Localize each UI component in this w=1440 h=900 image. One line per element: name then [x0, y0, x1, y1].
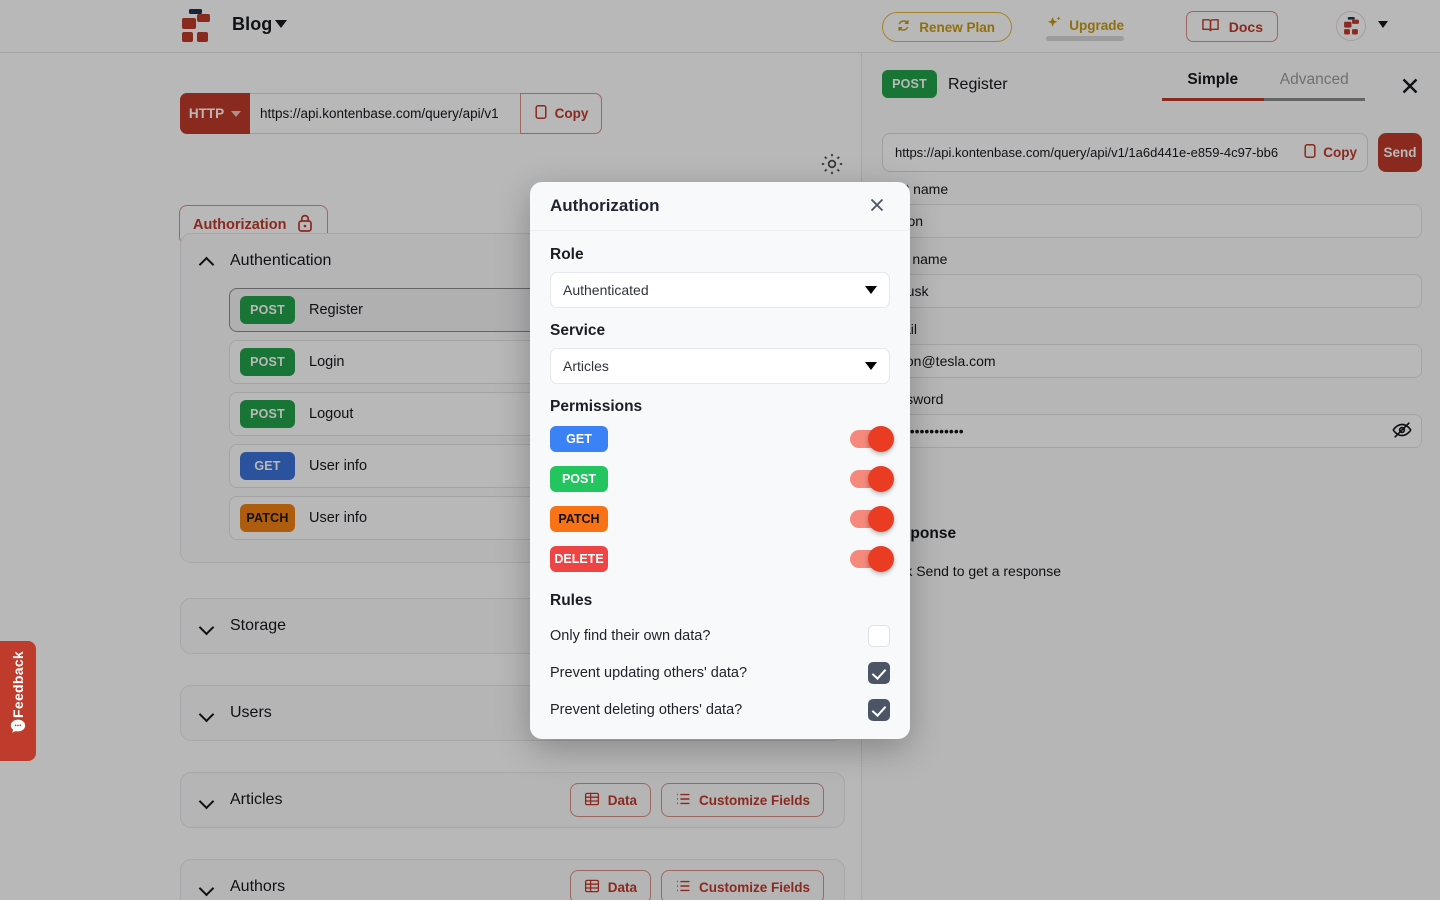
checkbox-prevent-deleting-others-data[interactable]: [868, 699, 890, 721]
chat-bubble-icon: [9, 718, 27, 741]
permission-row-patch: PATCH: [550, 506, 890, 532]
role-label: Role: [550, 246, 890, 264]
toggle-delete[interactable]: [850, 550, 890, 568]
toggle-patch[interactable]: [850, 510, 890, 528]
rule-row-prevent-delete: Prevent deleting others' data?: [550, 699, 890, 721]
close-icon[interactable]: [864, 193, 890, 219]
permissions-label: Permissions: [550, 398, 890, 416]
authorization-modal: Authorization Role Authenticated Service…: [530, 182, 910, 739]
chevron-down-icon: [865, 286, 877, 294]
rule-row-find-own: Only find their own data?: [550, 625, 890, 647]
service-value: Articles: [563, 358, 609, 374]
role-select[interactable]: Authenticated: [550, 272, 890, 308]
method-badge: PATCH: [550, 506, 608, 532]
chevron-down-icon: [865, 362, 877, 370]
feedback-tab[interactable]: Feedback: [0, 641, 36, 761]
method-badge: DELETE: [550, 546, 608, 572]
toggle-post[interactable]: [850, 470, 890, 488]
service-select[interactable]: Articles: [550, 348, 890, 384]
rule-label: Only find their own data?: [550, 628, 710, 644]
rules-label: Rules: [550, 592, 890, 610]
rule-row-prevent-update: Prevent updating others' data?: [550, 662, 890, 684]
permissions-list: GET POST PATCH DELETE: [550, 426, 890, 572]
role-value: Authenticated: [563, 282, 649, 298]
feedback-label: Feedback: [10, 651, 26, 718]
service-label: Service: [550, 322, 890, 340]
rule-label: Prevent deleting others' data?: [550, 702, 742, 718]
checkbox-only-find-own-data[interactable]: [868, 625, 890, 647]
modal-title: Authorization: [550, 196, 660, 216]
modal-body: Role Authenticated Service Articles Perm…: [530, 231, 910, 739]
method-badge: GET: [550, 426, 608, 452]
toggle-get[interactable]: [850, 430, 890, 448]
method-badge: POST: [550, 466, 608, 492]
permission-row-post: POST: [550, 466, 890, 492]
permission-row-delete: DELETE: [550, 546, 890, 572]
modal-header: Authorization: [530, 182, 910, 231]
checkbox-prevent-updating-others-data[interactable]: [868, 662, 890, 684]
rule-label: Prevent updating others' data?: [550, 665, 747, 681]
permission-row-get: GET: [550, 426, 890, 452]
